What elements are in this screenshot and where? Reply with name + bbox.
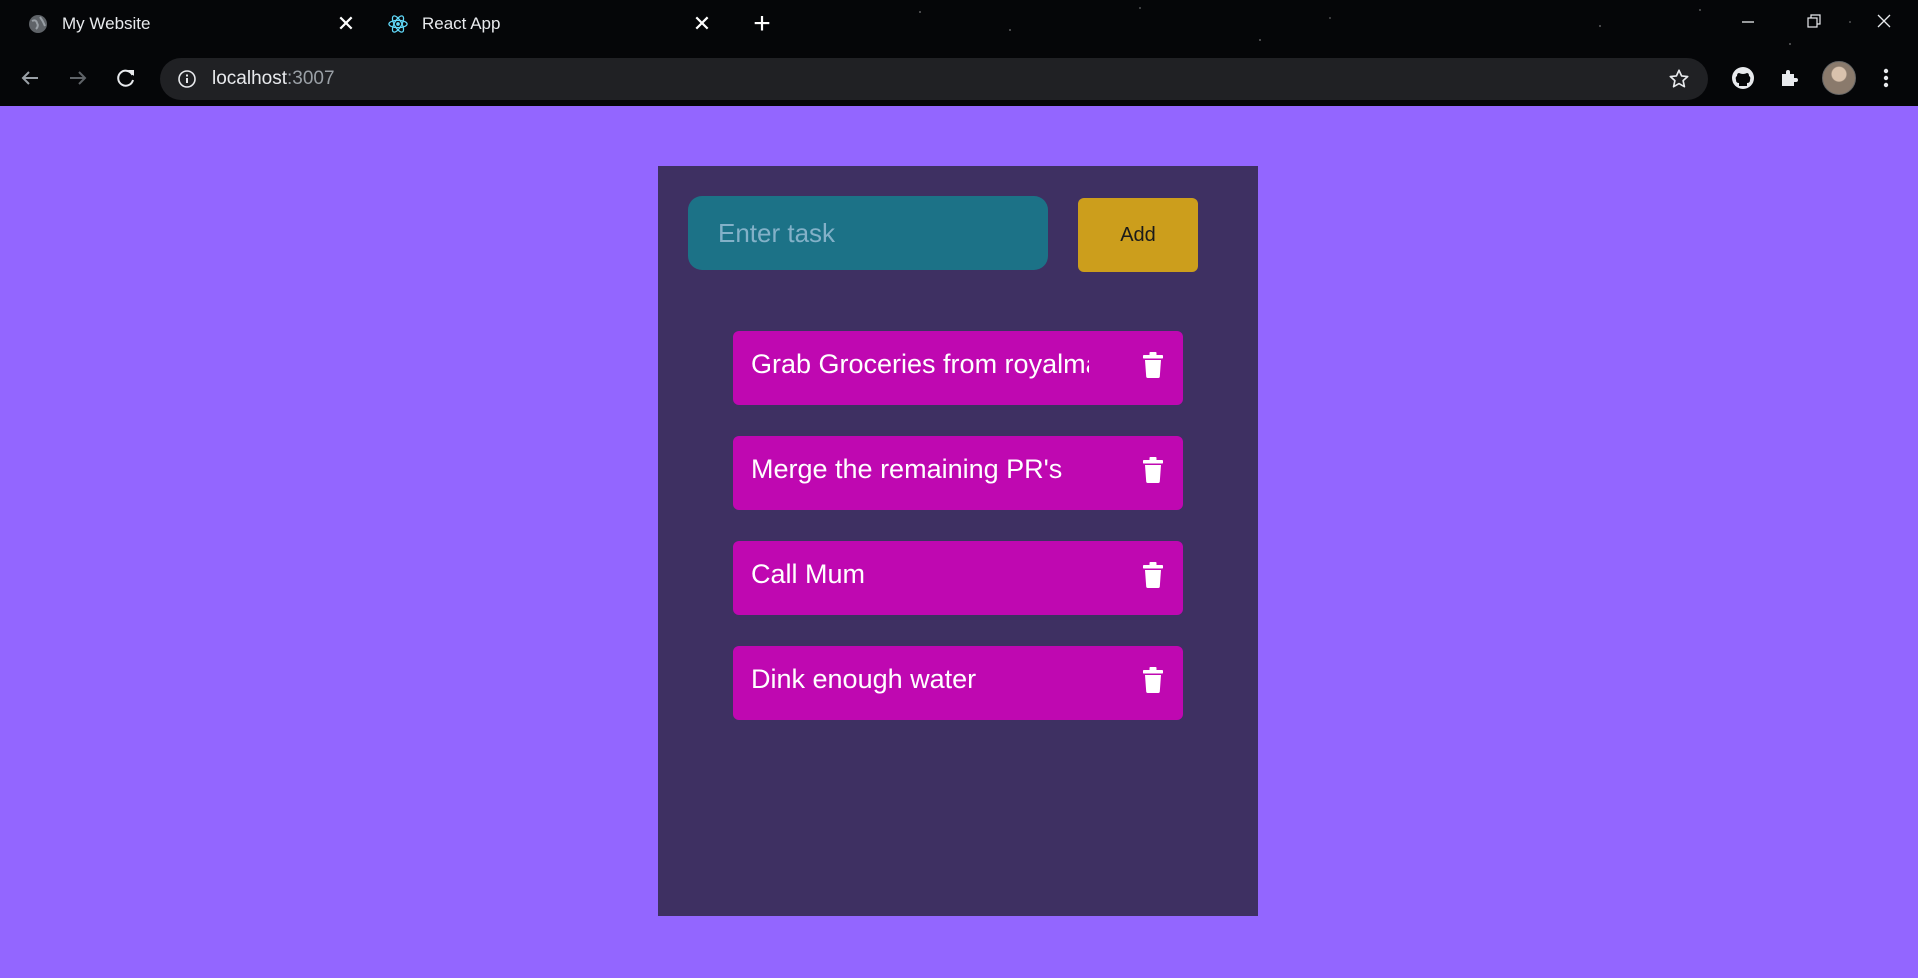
globe-icon [28,14,48,34]
todo-item: Call Mum [733,541,1183,615]
close-tab-icon[interactable]: ✕ [332,10,360,38]
tab-react-app[interactable]: React App ✕ [388,4,718,44]
github-icon[interactable] [1729,64,1757,92]
new-tab-plus-icon[interactable]: + [746,8,778,40]
todo-item: Dink enough water [733,646,1183,720]
menu-kebab-icon[interactable] [1872,64,1900,92]
site-info-icon[interactable] [176,68,198,90]
trash-icon[interactable] [1143,457,1163,483]
todo-item: Grab Groceries from royalmart [733,331,1183,405]
todo-panel: Add Grab Groceries from royalmart Merge … [658,166,1258,916]
todo-text: Call Mum [751,559,866,589]
window-close-icon[interactable] [1866,6,1902,36]
add-task-button[interactable]: Add [1078,198,1198,272]
forward-arrow-icon[interactable] [62,62,94,94]
bookmark-star-icon[interactable] [1668,68,1690,90]
todo-item: Merge the remaining PR's [733,436,1183,510]
react-icon [388,14,408,34]
reload-icon[interactable] [110,62,142,94]
profile-avatar[interactable] [1822,61,1856,95]
back-arrow-icon[interactable] [14,62,46,94]
extensions-puzzle-icon[interactable] [1776,64,1804,92]
browser-chrome: My Website ✕ React App ✕ + localhost:300… [0,0,1918,106]
trash-icon[interactable] [1143,562,1163,588]
trash-icon[interactable] [1143,352,1163,378]
close-tab-icon[interactable]: ✕ [688,10,716,38]
todo-text: Merge the remaining PR's [751,454,1063,484]
url-host: localhost [212,68,287,89]
minimize-icon[interactable] [1730,6,1766,36]
todo-text: Grab Groceries from royalmart [751,349,1089,379]
address-bar[interactable]: localhost:3007 [160,58,1708,100]
tab-my-website[interactable]: My Website ✕ [28,4,358,44]
todo-text: Dink enough water [751,664,977,694]
tab-title: React App [422,14,501,33]
url-port: :3007 [287,68,335,89]
tab-title: My Website [62,14,151,33]
url-text: localhost:3007 [212,68,335,90]
task-input[interactable] [688,196,1048,270]
restore-icon[interactable] [1796,6,1832,36]
todo-list: Grab Groceries from royalmart Merge the … [733,331,1183,751]
trash-icon[interactable] [1143,667,1163,693]
